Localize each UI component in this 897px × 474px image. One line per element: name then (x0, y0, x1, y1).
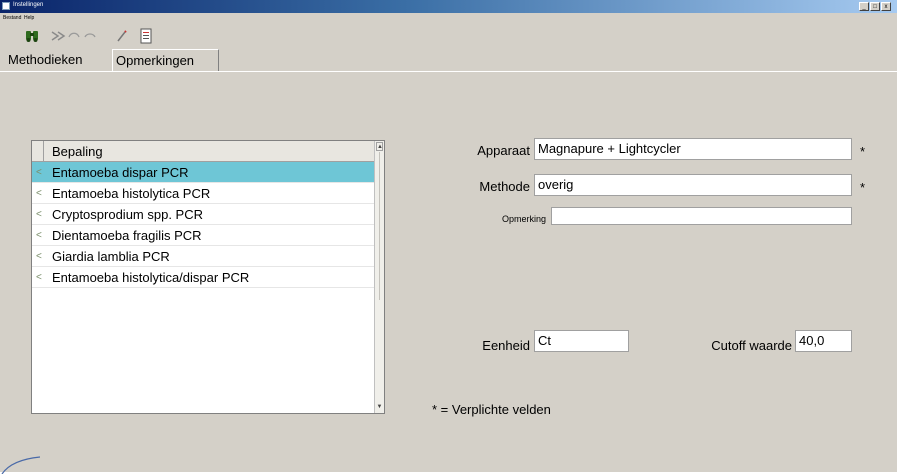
forward-icon[interactable] (50, 28, 66, 44)
menu-bestand[interactable]: Bestand (3, 13, 21, 23)
redo-icon[interactable] (82, 28, 98, 44)
row-arrow-icon: < (36, 251, 42, 262)
binoculars-icon[interactable] (24, 28, 40, 44)
eenheid-label: Eenheid (482, 338, 530, 353)
menu-bar: Bestand Help (0, 13, 897, 24)
list-item[interactable]: < Cryptosprodium spp. PCR (32, 204, 374, 225)
list-scrollbar[interactable]: ▲ ▼ (374, 141, 384, 413)
apparaat-label: Apparaat (477, 143, 530, 158)
list-item[interactable]: < Entamoeba dispar PCR (32, 162, 374, 183)
row-arrow-icon: < (36, 209, 42, 220)
methode-required-mark: * (860, 180, 866, 195)
menu-help[interactable]: Help (24, 13, 34, 23)
pencil-icon[interactable] (114, 28, 130, 44)
scroll-down-arrow-icon[interactable]: ▼ (376, 403, 383, 412)
maximize-button[interactable]: □ (870, 2, 880, 11)
opmerking-label: Opmerking (501, 214, 546, 224)
row-arrow-icon: < (36, 188, 42, 199)
list-item[interactable]: < Giardia lamblia PCR (32, 246, 374, 267)
window-title: Instellingen (13, 2, 44, 8)
list-item[interactable]: < Dientamoeba fragilis PCR (32, 225, 374, 246)
tab-opmerkingen[interactable]: Opmerkingen (112, 49, 219, 71)
list-header: Bepaling (32, 141, 374, 162)
cutoff-field[interactable]: 40,0 (795, 330, 852, 352)
undo-icon[interactable] (66, 28, 82, 44)
row-arrow-icon: < (36, 230, 42, 241)
methode-field[interactable]: overig (534, 174, 852, 196)
apparaat-required-mark: * (860, 144, 866, 159)
scroll-up-arrow-icon[interactable]: ▲ (376, 142, 383, 151)
minimize-button[interactable]: _ (859, 2, 869, 11)
app-icon (2, 2, 10, 10)
row-arrow-icon: < (36, 167, 42, 178)
toolbar (0, 24, 897, 48)
tab-divider (0, 71, 897, 72)
column-header-bepaling[interactable]: Bepaling (52, 141, 103, 162)
apparaat-field[interactable]: Magnapure + Lightcycler (534, 138, 852, 160)
header-indicator-cell (32, 141, 44, 161)
list-item-label: Dientamoeba fragilis PCR (52, 228, 202, 243)
bepaling-list[interactable]: Bepaling < Entamoeba dispar PCR < Entamo… (31, 140, 385, 414)
list-item-label: Giardia lamblia PCR (52, 249, 170, 264)
required-fields-note: * = Verplichte velden (432, 402, 551, 417)
eenheid-field[interactable]: Ct (534, 330, 629, 352)
row-arrow-icon: < (36, 272, 42, 283)
list-item[interactable]: < Entamoeba histolytica/dispar PCR (32, 267, 374, 288)
list-item-label: Entamoeba histolytica PCR (52, 186, 211, 201)
title-bar: Instellingen _ □ x (0, 0, 897, 13)
settings-window: Instellingen _ □ x Bestand Help Methodie… (0, 0, 897, 472)
methode-label: Methode (479, 179, 530, 194)
desktop-swoosh (1, 456, 40, 474)
list-item-label: Cryptosprodium spp. PCR (52, 207, 203, 222)
document-icon[interactable] (138, 28, 154, 44)
cutoff-label: Cutoff waarde (711, 338, 792, 353)
list-item-label: Entamoeba dispar PCR (52, 165, 189, 180)
window-controls: _ □ x (859, 2, 891, 11)
list-item[interactable]: < Entamoeba histolytica PCR (32, 183, 374, 204)
tab-strip: Methodieken Opmerkingen (0, 49, 897, 71)
tab-methodieken[interactable]: Methodieken (4, 49, 115, 70)
list-item-label: Entamoeba histolytica/dispar PCR (52, 270, 250, 285)
close-button[interactable]: x (881, 2, 891, 11)
opmerking-field[interactable] (551, 207, 852, 225)
scroll-track[interactable] (379, 152, 380, 300)
